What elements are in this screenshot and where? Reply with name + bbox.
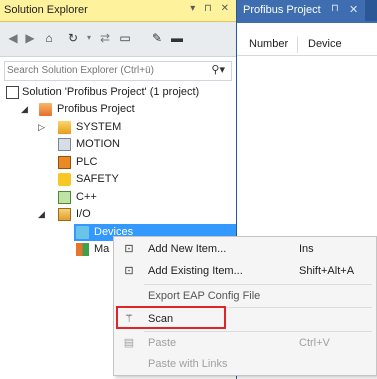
tree-item-io[interactable]: ◢ I/O (0, 206, 236, 223)
solution-explorer-toolbar: ◀ ▶ ⌂ ↻ ▾ ⇄ ▭ ✎ ▬ (0, 22, 236, 57)
paste-icon: ▤ (123, 337, 135, 349)
tree-item-motion[interactable]: MOTION (0, 136, 236, 153)
solution-icon (6, 86, 19, 99)
menu-item-label: Paste with Links (148, 358, 228, 370)
panel-window-buttons[interactable]: ▾ ⊓ ✕ (190, 3, 232, 14)
search-icon[interactable]: ⚲▾ (211, 63, 225, 76)
pin-icon[interactable]: ⊓ (331, 3, 339, 14)
menu-item-label: Add New Item... (148, 243, 227, 255)
tree-item-label: Solution 'Profibus Project' (1 project) (22, 86, 200, 98)
devices-icon (76, 226, 89, 239)
column-header-number[interactable]: Number (249, 38, 288, 50)
chevron-down-icon[interactable]: ▾ (82, 31, 96, 45)
tree-item-label: I/O (76, 208, 91, 220)
pin-icon[interactable]: ▬ (170, 31, 184, 45)
tree-item-label: Profibus Project (57, 103, 135, 115)
tree-item-label: SYSTEM (76, 121, 122, 133)
tree-item-label: PLC (76, 156, 98, 168)
collapse-all-icon[interactable]: ▭ (118, 31, 132, 45)
tree-item-system[interactable]: ▷ SYSTEM (0, 119, 236, 136)
back-icon[interactable]: ◀ (6, 31, 20, 45)
home-icon[interactable]: ⌂ (42, 31, 56, 45)
sync-icon[interactable]: ⇄ (98, 31, 112, 45)
scan-highlight-box (116, 306, 226, 329)
tree-item-cpp[interactable]: C++ (0, 189, 236, 206)
collapsed-arrow-icon[interactable]: ▷ (38, 119, 45, 136)
tree-item-solution[interactable]: Solution 'Profibus Project' (1 project) (0, 84, 236, 101)
expanded-arrow-icon[interactable]: ◢ (21, 101, 28, 118)
tab-profibus-project[interactable]: Profibus Project ⊓ ✕ (237, 0, 365, 21)
io-icon (58, 208, 71, 221)
project-icon (39, 103, 52, 116)
search-box[interactable]: ⚲▾ (4, 61, 232, 81)
menu-item-label: Paste (148, 337, 177, 349)
plc-icon (58, 156, 71, 169)
tab-underline (237, 21, 377, 23)
cpp-icon (58, 191, 71, 204)
solution-explorer-title-bar: Solution Explorer ▾ ⊓ ✕ (0, 0, 236, 22)
tab-title: Profibus Project (243, 4, 321, 16)
tree-item-plc[interactable]: PLC (0, 154, 236, 171)
add-existing-item-icon: ⊡ (124, 265, 134, 277)
context-menu: ⊡ Add New Item... Ins ⊡ Add Existing Ite… (113, 236, 377, 376)
safety-icon (58, 173, 71, 186)
menu-item-paste[interactable]: ▤ Paste Ctrl+V (114, 332, 376, 354)
properties-icon[interactable]: ✎ (150, 31, 164, 45)
menu-item-shortcut: Ctrl+V (299, 337, 330, 349)
mappings-icon (76, 243, 89, 256)
menu-item-export-eap-config[interactable]: Export EAP Config File (114, 285, 376, 307)
tree-item-safety[interactable]: SAFETY (0, 171, 236, 188)
motion-icon (58, 138, 71, 151)
menu-item-label: Export EAP Config File (148, 290, 261, 302)
close-icon[interactable]: ✕ (349, 3, 358, 16)
add-new-item-icon: ⊡ (124, 243, 134, 255)
column-header-device[interactable]: Device (308, 38, 342, 50)
tree-item-label: C++ (76, 191, 97, 203)
tree-item-label: SAFETY (76, 173, 119, 185)
tree-item-label: MOTION (76, 138, 120, 150)
menu-item-add-new-item[interactable]: ⊡ Add New Item... Ins (114, 238, 376, 260)
search-input[interactable] (5, 62, 197, 78)
menu-item-add-existing-item[interactable]: ⊡ Add Existing Item... Shift+Alt+A (114, 260, 376, 282)
forward-icon[interactable]: ▶ (23, 31, 37, 45)
menu-item-label: Add Existing Item... (148, 265, 243, 277)
tree-item-label: Ma (94, 243, 110, 255)
system-icon (58, 121, 71, 134)
device-list-header: Number Device (237, 35, 377, 56)
tree-item-project[interactable]: ◢ Profibus Project (0, 101, 236, 118)
menu-item-paste-with-links[interactable]: Paste with Links (114, 353, 376, 375)
menu-item-shortcut: Shift+Alt+A (299, 265, 355, 277)
solution-explorer-title: Solution Explorer (4, 4, 88, 16)
expanded-arrow-icon[interactable]: ◢ (38, 206, 45, 223)
menu-item-shortcut: Ins (299, 243, 314, 255)
document-tab-strip: Profibus Project ⊓ ✕ (237, 0, 377, 21)
column-divider[interactable] (297, 37, 298, 53)
history-icon[interactable]: ↻ (66, 31, 80, 45)
